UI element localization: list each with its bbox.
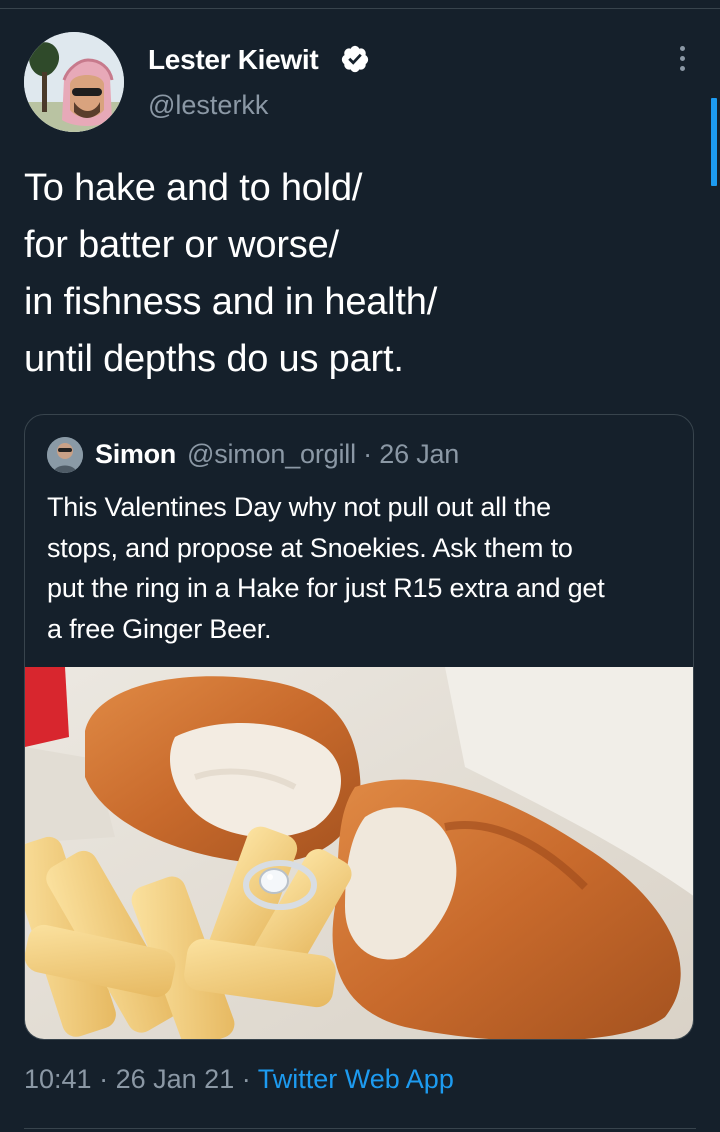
quoted-avatar-photo	[47, 437, 83, 473]
tweet-text-line: for batter or worse/	[24, 224, 339, 266]
tweet-header: Lester Kiewit @lesterkk	[24, 32, 696, 132]
meta-separator: ·	[241, 1064, 251, 1094]
quoted-author-name: Simon	[95, 439, 177, 469]
tweet-time[interactable]: 10:41	[24, 1064, 92, 1094]
top-divider	[0, 8, 720, 9]
more-options-icon[interactable]	[674, 46, 690, 80]
quoted-author-avatar	[47, 437, 83, 473]
tweet-meta: 10:41 · 26 Jan 21 · Twitter Web App	[24, 1064, 454, 1095]
author-avatar[interactable]	[24, 32, 124, 132]
tweet-text-line: in fishness and in health/	[24, 281, 438, 323]
quoted-handle-and-date: @simon_orgill · 26 Jan	[187, 439, 460, 469]
client-link[interactable]: Twitter Web App	[258, 1064, 454, 1094]
avatar-photo	[24, 32, 124, 132]
quoted-text-line: This Valentines Day why not pull out all…	[47, 492, 551, 522]
tweet-text-line: until depths do us part.	[24, 338, 404, 380]
tweet-date[interactable]: 26 Jan 21	[116, 1064, 235, 1094]
fish-and-chips-photo[interactable]	[25, 667, 694, 1040]
tweet-text: To hake and to hold/ for batter or worse…	[24, 160, 684, 388]
verified-badge-icon	[341, 45, 369, 73]
quoted-text-line: put the ring in a Hake for just R15 extr…	[47, 573, 605, 603]
scrollbar-thumb[interactable]	[711, 98, 717, 186]
quoted-text-line: a free Ginger Beer.	[47, 613, 272, 644]
quoted-tweet-text: This Valentines Day why not pull out all…	[47, 487, 677, 649]
quoted-tweet-card[interactable]: Simon @simon_orgill · 26 Jan This Valent…	[24, 414, 694, 1040]
bottom-divider	[24, 1128, 696, 1129]
tweet-text-line: To hake and to hold/	[24, 167, 363, 209]
quoted-text-line: stops, and propose at Snoekies. Ask them…	[47, 532, 573, 563]
author-handle[interactable]: @lesterkk	[148, 90, 268, 121]
meta-separator: ·	[99, 1064, 109, 1094]
author-name[interactable]: Lester Kiewit	[148, 44, 319, 76]
